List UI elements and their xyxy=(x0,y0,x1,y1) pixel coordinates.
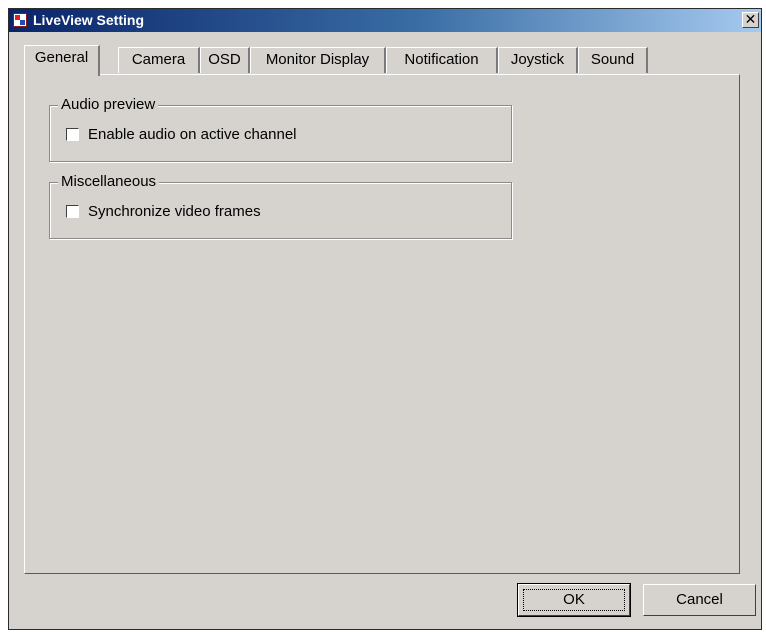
close-icon[interactable]: ✕ xyxy=(742,12,759,28)
enable-audio-checkbox[interactable] xyxy=(66,128,79,141)
app-icon xyxy=(13,13,27,27)
tab-monitor-display[interactable]: Monitor Display xyxy=(250,47,386,73)
title-bar[interactable]: LiveView Setting ✕ xyxy=(9,9,761,32)
window-title: LiveView Setting xyxy=(33,12,144,28)
synchronize-frames-option[interactable]: Synchronize video frames xyxy=(66,203,261,220)
group-title: Audio preview xyxy=(58,96,159,113)
tab-joystick[interactable]: Joystick xyxy=(498,47,578,73)
audio-preview-group: Audio preview Enable audio on active cha… xyxy=(49,96,512,162)
general-tab-panel: Audio preview Enable audio on active cha… xyxy=(24,74,740,574)
miscellaneous-group: Miscellaneous Synchronize video frames xyxy=(49,173,512,239)
ok-button[interactable]: OK xyxy=(517,583,631,617)
checkbox-label: Synchronize video frames xyxy=(88,203,261,220)
tab-general[interactable]: General xyxy=(24,45,100,76)
checkbox-label: Enable audio on active channel xyxy=(88,126,297,143)
focus-rectangle xyxy=(523,589,625,611)
synchronize-frames-checkbox[interactable] xyxy=(66,205,79,218)
group-title: Miscellaneous xyxy=(58,173,160,190)
tab-notification[interactable]: Notification xyxy=(386,47,498,73)
enable-audio-option[interactable]: Enable audio on active channel xyxy=(66,126,297,143)
tab-camera[interactable]: Camera xyxy=(118,47,200,73)
tab-sound[interactable]: Sound xyxy=(578,47,648,73)
cancel-button[interactable]: Cancel xyxy=(643,584,756,616)
liveview-setting-dialog: LiveView Setting ✕ General Camera OSD Mo… xyxy=(8,8,762,630)
tab-osd[interactable]: OSD xyxy=(200,47,250,73)
